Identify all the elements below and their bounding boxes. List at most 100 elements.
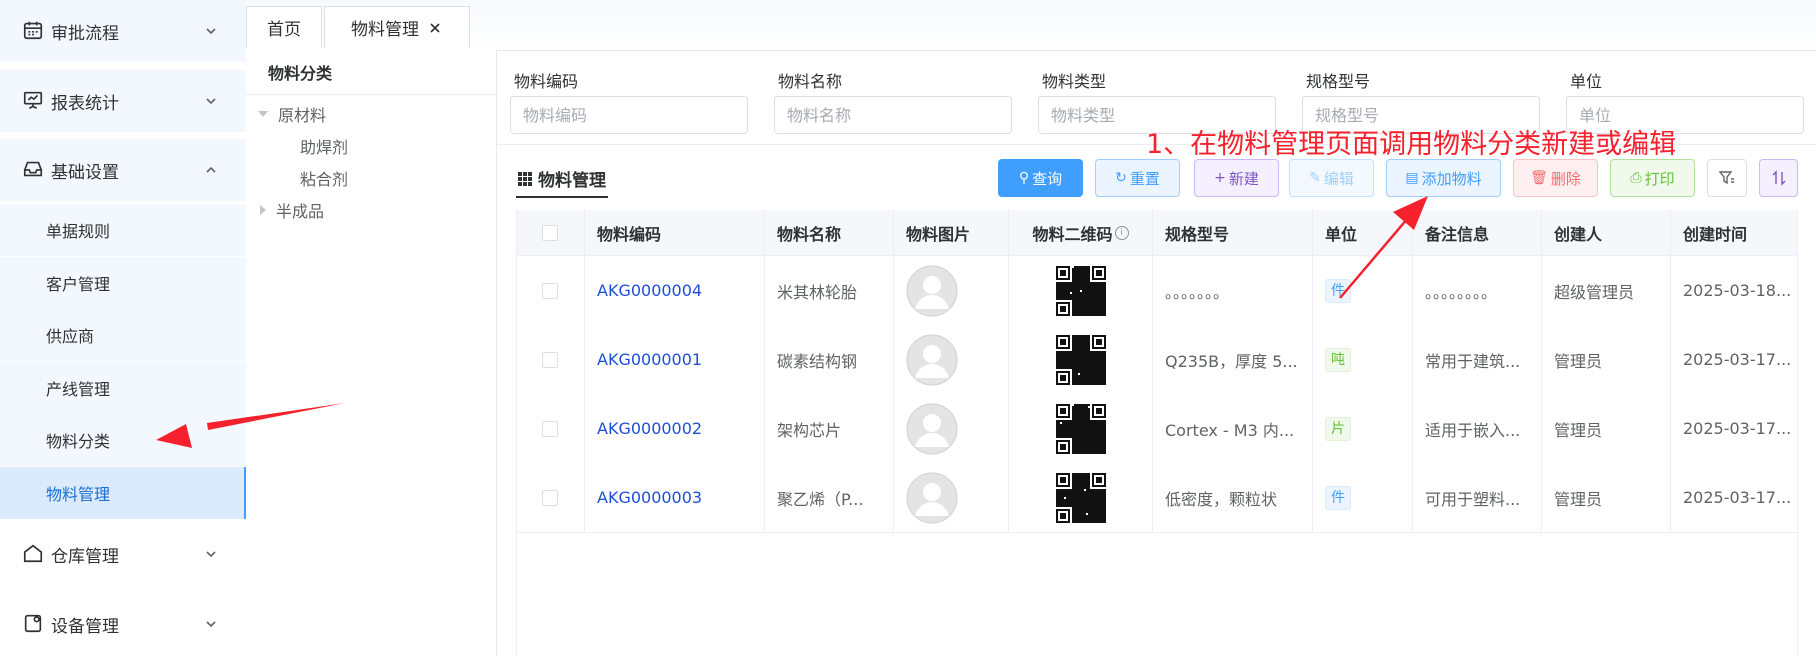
document-icon: ▤	[1405, 170, 1419, 186]
tab-home[interactable]: 首页	[246, 6, 322, 48]
table-cell: 米其林轮胎	[765, 256, 894, 325]
info-icon[interactable]: i	[1114, 225, 1129, 240]
tree-node-label: 半成品	[276, 202, 325, 221]
tree-node-semi-finished[interactable]: 半成品	[258, 198, 324, 222]
table-cell	[894, 256, 1009, 325]
qrcode-image[interactable]	[1055, 403, 1106, 454]
column-header[interactable]: 单位	[1313, 210, 1413, 255]
user-avatar-icon[interactable]	[906, 403, 958, 455]
create-button[interactable]: + 新建	[1194, 159, 1279, 197]
print-button[interactable]: ⎙ 打印	[1610, 159, 1695, 197]
unit-tag: 片	[1325, 416, 1351, 441]
device-icon	[24, 614, 42, 633]
table-cell: Q235B，厚度 5...	[1153, 325, 1313, 394]
table-cell	[894, 394, 1009, 463]
button-label: 删除	[1550, 169, 1581, 188]
table-cell	[1009, 325, 1153, 394]
row-checkbox[interactable]	[542, 489, 558, 506]
edit-icon: ✎	[1309, 170, 1321, 186]
sidebar-item-material-category[interactable]: 物料分类	[0, 414, 246, 466]
row-checkbox[interactable]	[542, 351, 558, 368]
column-header[interactable]: 备注信息	[1413, 210, 1542, 255]
menu-group-basic-settings[interactable]: 基础设置	[0, 139, 246, 201]
sort-arrows-icon	[1772, 170, 1785, 186]
table-cell: 聚乙烯（P...	[765, 463, 894, 532]
material-code-link[interactable]: AKG0000004	[597, 281, 702, 300]
filter-columns-button[interactable]	[1707, 159, 1747, 197]
inbox-icon	[23, 161, 43, 177]
table-row[interactable]: AKG0000004 米其林轮胎 。。。。。。。 件 。。。。。。。。 超级管理员 2025…	[516, 256, 1798, 326]
sidebar: 审批流程 报表统计 基础设置 单据规则 客户管理 供应商 产线管理 物料分类 物…	[0, 0, 247, 656]
qrcode-image[interactable]	[1055, 334, 1106, 385]
category-tree-panel: 物料分类 原材料 助焊剂 粘合剂 半成品	[246, 50, 497, 656]
material-code-link[interactable]: AKG0000002	[597, 419, 702, 438]
column-header[interactable]: 规格型号	[1153, 210, 1313, 255]
user-avatar-icon[interactable]	[906, 334, 958, 386]
table-cell	[894, 325, 1009, 394]
tab-label: 首页	[267, 20, 301, 40]
menu-group-warehouse[interactable]: 仓库管理	[0, 523, 246, 585]
material-code-link[interactable]: AKG0000001	[597, 350, 702, 369]
tree-node-raw-materials[interactable]: 原材料	[258, 102, 326, 126]
reset-button[interactable]: ↻ 重置	[1095, 159, 1180, 197]
table-cell: 2025-03-17...	[1671, 394, 1798, 463]
tree-node-adhesive[interactable]: 粘合剂	[300, 166, 348, 190]
material-name-input[interactable]	[774, 96, 1012, 134]
sidebar-item-suppliers[interactable]: 供应商	[0, 309, 246, 361]
trash-icon: 🗑	[1530, 170, 1548, 186]
menu-group-devices[interactable]: 设备管理	[0, 593, 246, 655]
table-row[interactable]: AKG0000001 碳素结构钢 Q235B，厚度 5... 吨 常用于建筑... 管理员…	[516, 325, 1798, 395]
query-button[interactable]: ⚲ 查询	[998, 159, 1083, 197]
material-code-input[interactable]	[510, 96, 748, 134]
select-all-checkbox[interactable]	[542, 224, 558, 241]
annotation-text: 1、在物料管理页面调用物料分类新建或编辑	[1146, 129, 1677, 160]
sidebar-item-document-rules[interactable]: 单据规则	[0, 204, 246, 256]
close-icon[interactable]	[429, 22, 441, 34]
column-header[interactable]: 创建时间	[1671, 210, 1798, 255]
column-header-qrcode[interactable]: 物料二维码 i	[1009, 210, 1153, 255]
select-all-cell	[516, 210, 585, 255]
column-header[interactable]: 物料图片	[894, 210, 1009, 255]
column-header-label: 物料二维码	[1032, 224, 1113, 244]
user-avatar-icon[interactable]	[906, 265, 958, 317]
sidebar-item-production-lines[interactable]: 产线管理	[0, 362, 246, 414]
column-header[interactable]: 物料名称	[765, 210, 894, 255]
chevron-down-icon	[206, 551, 216, 558]
column-header[interactable]: 创建人	[1542, 210, 1671, 255]
add-material-button[interactable]: ▤ 添加物料	[1386, 159, 1501, 197]
sidebar-item-customers[interactable]: 客户管理	[0, 257, 246, 309]
qrcode-image[interactable]	[1055, 265, 1106, 316]
creator-cell: 管理员	[1554, 489, 1603, 509]
tab-material-management[interactable]: 物料管理	[324, 6, 470, 48]
tree-node-flux[interactable]: 助焊剂	[300, 134, 348, 158]
caret-down-icon[interactable]	[258, 111, 268, 117]
remark-cell: 可用于塑料...	[1425, 489, 1521, 509]
delete-button[interactable]: 🗑 删除	[1513, 159, 1598, 197]
menu-group-label: 设备管理	[51, 616, 119, 637]
table-cell	[516, 463, 585, 532]
row-checkbox[interactable]	[542, 420, 558, 437]
table-cell: 。。。。。。。	[1153, 256, 1313, 325]
table-row[interactable]: AKG0000002 架构芯片 Cortex - M3 内... 片 适用于嵌入... 管…	[516, 394, 1798, 464]
menu-group-reports[interactable]: 报表统计	[0, 70, 246, 132]
user-avatar-icon[interactable]	[906, 472, 958, 524]
table-cell	[1009, 394, 1153, 463]
column-header[interactable]: 物料编码	[585, 210, 765, 255]
divider	[246, 94, 496, 95]
sidebar-item-label: 产线管理	[46, 380, 111, 399]
tabs-bar: 首页 物料管理	[246, 0, 1816, 51]
button-label: 编辑	[1323, 169, 1354, 188]
edit-button[interactable]: ✎ 编辑	[1289, 159, 1374, 197]
table-cell: 可用于塑料...	[1413, 463, 1542, 532]
table-row[interactable]: AKG0000003 聚乙烯（P... 低密度，颗粒状 件 可用于塑料... 管理员 202…	[516, 463, 1798, 533]
sort-toggle-button[interactable]	[1759, 159, 1798, 197]
menu-group-approval[interactable]: 审批流程	[0, 0, 246, 62]
qrcode-image[interactable]	[1055, 472, 1106, 523]
field-label-material-code: 物料编码	[514, 72, 579, 91]
printer-icon: ⎙	[1630, 170, 1642, 186]
row-checkbox[interactable]	[542, 282, 558, 299]
sidebar-item-material-management[interactable]: 物料管理	[0, 467, 246, 519]
material-code-link[interactable]: AKG0000003	[597, 488, 702, 507]
table-cell: AKG0000003	[585, 463, 765, 532]
caret-right-icon[interactable]	[260, 205, 266, 215]
